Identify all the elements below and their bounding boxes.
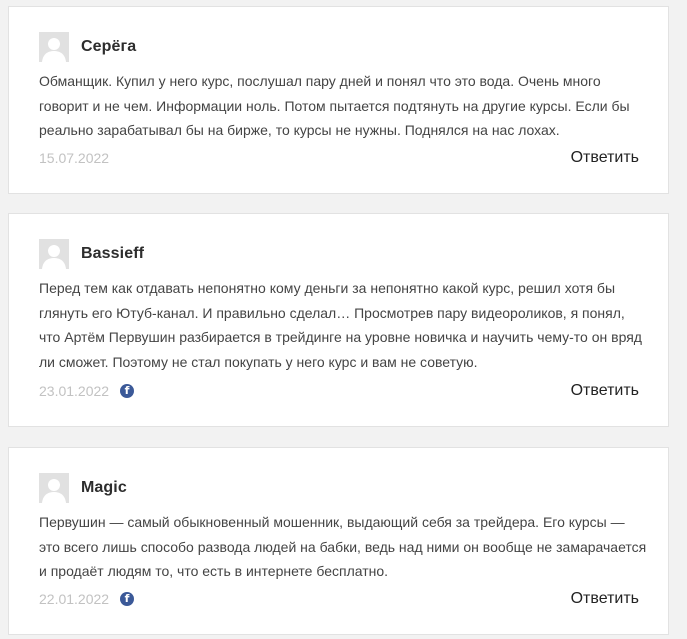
comment-meta: 23.01.2022 f <box>39 383 135 399</box>
comment-header: Серёга <box>39 32 136 62</box>
facebook-icon[interactable]: f <box>120 384 135 398</box>
avatar <box>39 32 69 62</box>
user-placeholder-icon <box>39 473 69 503</box>
reply-button[interactable]: Ответить <box>571 382 639 400</box>
comment-date: 15.07.2022 <box>39 150 110 166</box>
comment-text: Первушин — самый обыкновенный мошенник, … <box>39 514 647 579</box>
comment-date: 22.01.2022 <box>39 591 110 607</box>
comment-header: Bassieff <box>39 239 144 269</box>
comment-date: 23.01.2022 <box>39 383 110 399</box>
comment-card: Bassieff Перед тем как отдавать непонятн… <box>8 213 669 427</box>
avatar <box>39 473 69 503</box>
reply-button[interactable]: Ответить <box>571 590 639 608</box>
comment-author: Серёга <box>81 38 137 55</box>
comment-header: Magic <box>39 473 127 503</box>
comment-card: Серёга Обманщик. Купил у него курс, посл… <box>8 6 669 194</box>
comment-author: Bassieff <box>81 245 145 262</box>
avatar <box>39 239 69 269</box>
comment-meta: 22.01.2022 f <box>39 591 135 607</box>
comment-author: Magic <box>81 479 127 496</box>
comment-text: Перед тем как отдавать непонятно кому де… <box>39 280 642 370</box>
comments-list: Серёга Обманщик. Купил у него курс, посл… <box>0 0 687 639</box>
reply-button[interactable]: Ответить <box>571 149 639 167</box>
user-placeholder-icon <box>39 239 69 269</box>
comment-card: Magic Первушин — самый обыкновенный моше… <box>8 447 669 635</box>
facebook-icon[interactable]: f <box>120 592 135 606</box>
user-placeholder-icon <box>39 32 69 62</box>
comment-text: Обманщик. Купил у него курс, послушал па… <box>39 73 630 138</box>
comment-meta: 15.07.2022 <box>39 150 109 166</box>
